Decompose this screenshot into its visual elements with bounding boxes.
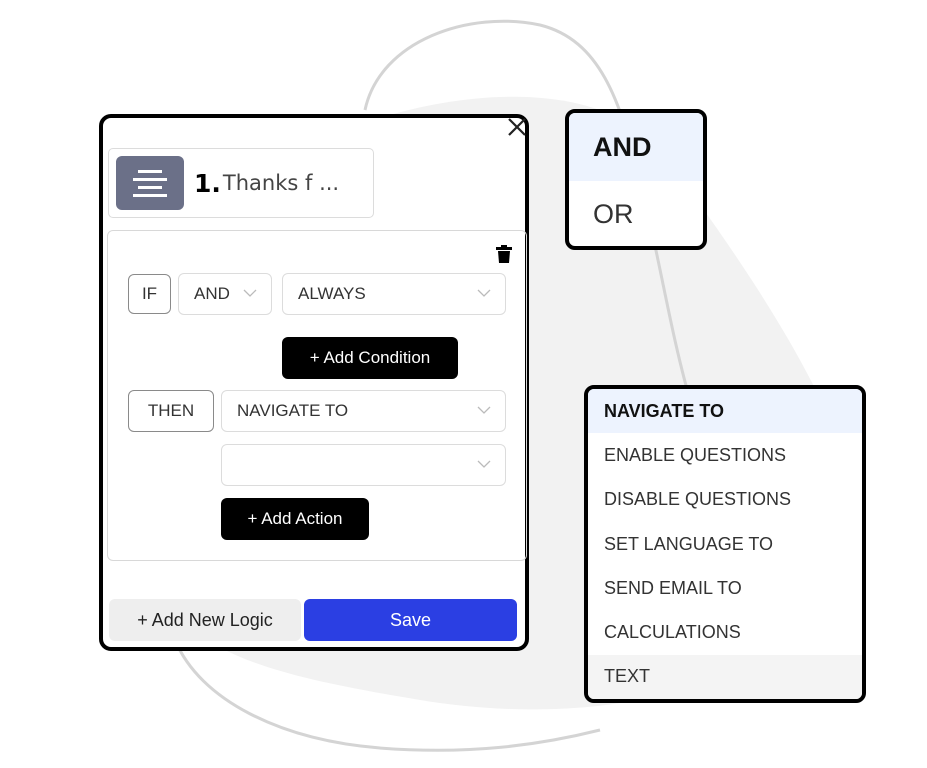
operator-option-and[interactable]: AND <box>569 113 703 181</box>
logic-block: IF AND ALWAYS + Add Condition THEN NAVIG… <box>107 230 527 561</box>
action-option-navigate-to[interactable]: NAVIGATE TO <box>588 389 862 434</box>
chevron-down-icon <box>477 460 491 468</box>
operator-select[interactable]: AND <box>178 273 272 315</box>
action-option-calculations[interactable]: CALCULATIONS <box>588 610 862 654</box>
operator-option-or[interactable]: OR <box>569 181 703 246</box>
condition-value: ALWAYS <box>298 284 366 303</box>
action-option-enable-questions[interactable]: ENABLE QUESTIONS <box>588 433 862 477</box>
question-title: Thanks f ... <box>222 171 340 195</box>
action-option-set-language-to[interactable]: SET LANGUAGE TO <box>588 522 862 566</box>
add-new-logic-button[interactable]: + Add New Logic <box>109 599 301 641</box>
action-option-text[interactable]: TEXT <box>588 654 862 699</box>
action-option-disable-questions[interactable]: DISABLE QUESTIONS <box>588 478 862 522</box>
action-select[interactable]: NAVIGATE TO <box>221 390 506 432</box>
then-label: THEN <box>128 390 214 432</box>
operator-dropdown-menu: AND OR <box>565 109 707 250</box>
trash-icon[interactable] <box>496 245 512 263</box>
chevron-down-icon <box>477 289 491 297</box>
if-label: IF <box>128 274 171 314</box>
action-option-send-email-to[interactable]: SEND EMAIL TO <box>588 566 862 610</box>
action-value: NAVIGATE TO <box>237 401 349 420</box>
save-button[interactable]: Save <box>304 599 517 641</box>
question-card[interactable]: 1. Thanks f ... <box>108 148 374 218</box>
target-select[interactable] <box>221 444 506 486</box>
operator-value: AND <box>194 284 230 303</box>
logic-panel: 1. Thanks f ... IF AND ALWAYS + Add Cond… <box>99 114 529 651</box>
chevron-down-icon <box>477 406 491 414</box>
text-question-icon <box>116 156 184 210</box>
chevron-down-icon <box>243 289 257 297</box>
condition-select[interactable]: ALWAYS <box>282 273 506 315</box>
close-icon[interactable] <box>506 116 528 138</box>
add-condition-button[interactable]: + Add Condition <box>282 337 458 379</box>
action-dropdown-menu: NAVIGATE TO ENABLE QUESTIONS DISABLE QUE… <box>584 385 866 703</box>
question-number: 1. <box>194 168 221 198</box>
add-action-button[interactable]: + Add Action <box>221 498 369 540</box>
